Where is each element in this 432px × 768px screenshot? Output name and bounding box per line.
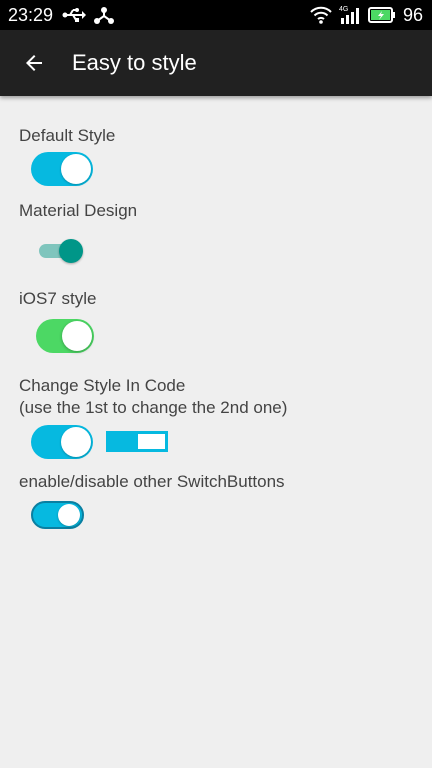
material-design-switch[interactable] <box>39 236 87 266</box>
status-time: 23:29 <box>8 5 54 25</box>
switch-thumb <box>62 321 92 351</box>
enable-disable-label: enable/disable other SwitchButtons <box>19 472 285 491</box>
styled-target-switch[interactable] <box>106 431 168 452</box>
switch-thumb <box>59 239 83 263</box>
back-button[interactable] <box>10 39 58 87</box>
change-style-hint: (use the 1st to change the 2nd one) <box>19 398 288 417</box>
change-style-switch[interactable] <box>31 425 93 459</box>
network-type: 4G <box>339 6 348 13</box>
change-style-label: Change Style In Code <box>19 376 186 395</box>
wifi-icon <box>310 6 332 29</box>
debug-icon <box>94 6 114 29</box>
toolbar-title: Easy to style <box>72 50 197 75</box>
material-design-label: Material Design <box>19 201 138 220</box>
enable-disable-switch[interactable] <box>31 501 84 529</box>
default-style-label: Default Style <box>19 126 116 145</box>
switch-thumb <box>138 434 165 449</box>
battery-level: 96 <box>403 5 424 25</box>
ios7-style-switch[interactable] <box>36 319 94 353</box>
signal-icon: 4G <box>339 4 363 31</box>
toolbar: Easy to style <box>0 30 432 96</box>
default-style-switch[interactable] <box>31 152 93 186</box>
usb-icon <box>62 7 86 28</box>
battery-icon <box>368 6 396 29</box>
switch-thumb <box>61 154 91 184</box>
ios7-style-label: iOS7 style <box>19 289 97 308</box>
status-bar: 23:29 4G 96 <box>0 0 432 30</box>
switch-thumb <box>61 427 91 457</box>
arrow-back-icon <box>26 55 42 71</box>
switch-thumb <box>58 504 80 526</box>
